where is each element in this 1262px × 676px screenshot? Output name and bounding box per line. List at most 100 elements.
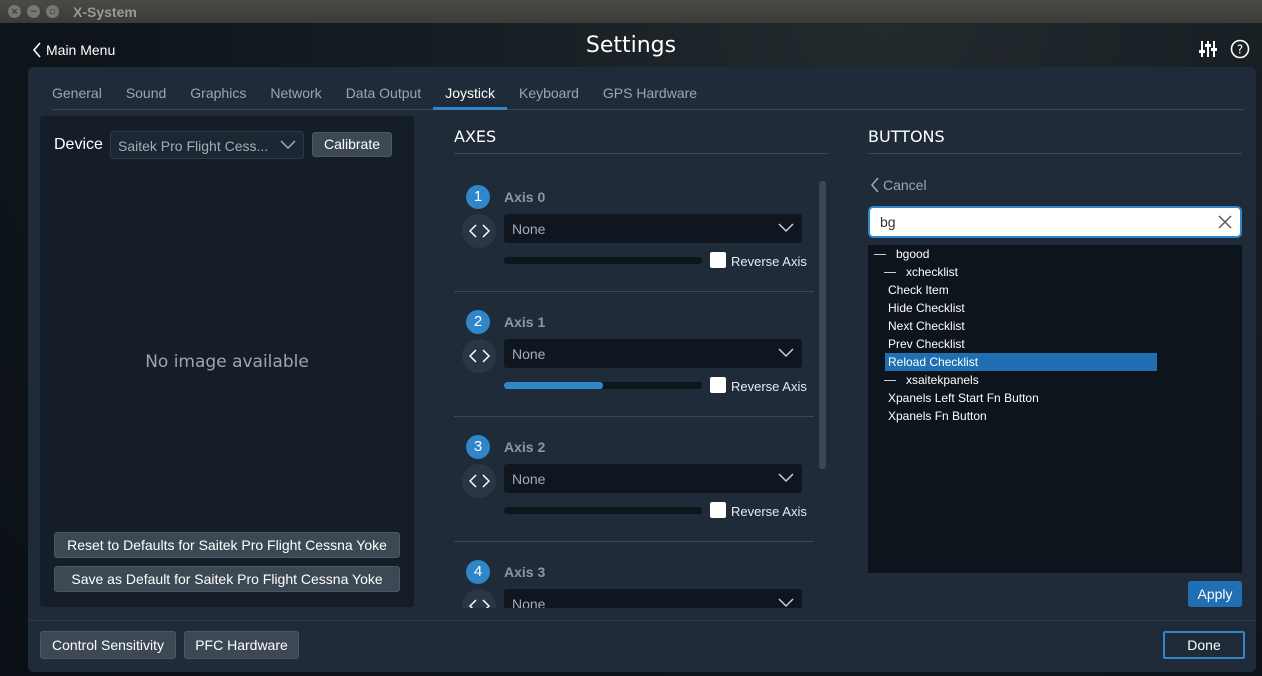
settings-header: Main Menu Settings ?: [0, 23, 1262, 69]
help-icon[interactable]: ?: [1230, 39, 1250, 59]
settings-tabs: General Sound Graphics Network Data Outp…: [52, 85, 1244, 110]
tree-item[interactable]: Hide Checklist: [868, 299, 1242, 317]
axes-scrollbar[interactable]: [819, 181, 826, 469]
command-search-input[interactable]: bg: [868, 206, 1242, 238]
apply-button[interactable]: Apply: [1188, 581, 1242, 607]
reverse-axis-checkbox[interactable]: [710, 502, 726, 518]
chevron-right-icon[interactable]: [481, 224, 490, 238]
tab-keyboard[interactable]: Keyboard: [507, 85, 591, 110]
axis-move-control[interactable]: [462, 464, 496, 498]
page-title: Settings: [585, 33, 677, 58]
device-label: Device: [54, 136, 103, 153]
calibrate-button[interactable]: Calibrate: [312, 132, 392, 157]
tree-label: Hide Checklist: [888, 301, 965, 315]
axis-level-fill: [504, 382, 603, 389]
reverse-axis-checkbox[interactable]: [710, 252, 726, 268]
axis-assignment-select[interactable]: None: [504, 464, 802, 493]
chevron-left-icon[interactable]: [468, 474, 477, 488]
chevron-right-icon[interactable]: [481, 474, 490, 488]
chevron-left-icon: [870, 177, 879, 193]
tree-item[interactable]: Reload Checklist: [868, 353, 1242, 371]
tree-collapse-icon[interactable]: [874, 254, 886, 256]
done-button[interactable]: Done: [1163, 631, 1245, 659]
window-maximize-button[interactable]: ▫: [46, 5, 59, 18]
clear-icon[interactable]: [1218, 215, 1232, 229]
tree-label: xchecklist: [906, 265, 959, 279]
tree-group[interactable]: bgood: [868, 245, 1242, 263]
tree-collapse-icon[interactable]: [884, 380, 896, 382]
cancel-label: Cancel: [883, 177, 927, 193]
buttons-title: BUTTONS: [868, 127, 945, 146]
pfc-hardware-button[interactable]: PFC Hardware: [184, 631, 299, 659]
tab-network[interactable]: Network: [258, 85, 333, 110]
tree-label: bgood: [896, 247, 930, 261]
axis-number-badge: 2: [466, 310, 490, 334]
window-close-button[interactable]: ×: [8, 5, 21, 18]
chevron-down-icon: [280, 140, 296, 150]
axis-number-badge: 3: [466, 435, 490, 459]
chevron-left-icon[interactable]: [468, 224, 477, 238]
tree-item[interactable]: Xpanels Fn Button: [868, 407, 1242, 425]
tab-gps-hardware[interactable]: GPS Hardware: [591, 85, 709, 110]
device-select[interactable]: Saitek Pro Flight Cess...: [110, 131, 304, 159]
tree-item[interactable]: Next Checklist: [868, 317, 1242, 335]
no-image-placeholder: No image available: [145, 352, 309, 372]
tree-label: xsaitekpanels: [906, 373, 979, 387]
cancel-link[interactable]: Cancel: [870, 177, 927, 193]
chevron-down-icon: [778, 223, 794, 233]
tab-general[interactable]: General: [52, 85, 114, 110]
tab-joystick[interactable]: Joystick: [433, 85, 507, 110]
device-select-value: Saitek Pro Flight Cess...: [118, 138, 269, 154]
chevron-left-icon[interactable]: [468, 599, 477, 608]
axis-assignment-select[interactable]: None: [504, 339, 802, 368]
tab-data-output[interactable]: Data Output: [334, 85, 434, 110]
reverse-axis-label: Reverse Axis: [731, 504, 807, 519]
axis-move-control[interactable]: [462, 589, 496, 608]
chevron-down-icon: [778, 598, 794, 608]
tree-item[interactable]: Check Item: [868, 281, 1242, 299]
tree-label: Next Checklist: [888, 319, 965, 333]
axis-block: 3 Axis 2 None Reverse Axis: [454, 417, 814, 542]
tree-group[interactable]: xchecklist: [868, 263, 1242, 281]
tree-label: Reload Checklist: [885, 353, 1157, 371]
axis-level-bar: [504, 382, 702, 389]
chevron-right-icon[interactable]: [481, 349, 490, 363]
buttons-divider: [868, 153, 1242, 154]
axis-name: Axis 3: [504, 564, 546, 580]
tree-label: Xpanels Left Start Fn Button: [888, 391, 1039, 405]
axis-block: 1 Axis 0 None Reverse Axis: [454, 167, 814, 292]
tree-group[interactable]: xsaitekpanels: [868, 371, 1242, 389]
reset-defaults-button[interactable]: Reset to Defaults for Saitek Pro Flight …: [54, 532, 400, 558]
save-default-button[interactable]: Save as Default for Saitek Pro Flight Ce…: [54, 566, 400, 592]
search-value: bg: [880, 214, 896, 230]
axes-divider: [454, 153, 828, 154]
axis-move-control[interactable]: [462, 214, 496, 248]
axis-move-control[interactable]: [462, 339, 496, 373]
axis-assignment-value: None: [512, 471, 546, 487]
reverse-axis-checkbox[interactable]: [710, 377, 726, 393]
footer-divider: [28, 620, 1256, 621]
device-panel: Device Saitek Pro Flight Cess... Calibra…: [40, 116, 414, 607]
control-sensitivity-button[interactable]: Control Sensitivity: [40, 631, 176, 659]
axis-assignment-select[interactable]: None: [504, 589, 802, 608]
os-titlebar: × − ▫ X-System: [0, 0, 1262, 23]
tree-item[interactable]: Prev Checklist: [868, 335, 1242, 353]
tree-label: Check Item: [888, 283, 949, 297]
settings-panel: General Sound Graphics Network Data Outp…: [28, 67, 1256, 672]
tree-label: Xpanels Fn Button: [888, 409, 987, 423]
chevron-left-icon[interactable]: [468, 349, 477, 363]
axis-level-bar: [504, 257, 702, 264]
axis-assignment-select[interactable]: None: [504, 214, 802, 243]
chevron-right-icon[interactable]: [481, 599, 490, 608]
window-minimize-button[interactable]: −: [27, 5, 40, 18]
sliders-icon[interactable]: [1198, 39, 1218, 59]
axis-number-badge: 1: [466, 185, 490, 209]
os-window-title: X-System: [73, 3, 137, 20]
tree-collapse-icon[interactable]: [884, 272, 896, 274]
axes-title: AXES: [454, 127, 497, 146]
axis-name: Axis 2: [504, 439, 546, 455]
svg-text:?: ?: [1237, 43, 1243, 57]
tree-item[interactable]: Xpanels Left Start Fn Button: [868, 389, 1242, 407]
tab-sound[interactable]: Sound: [114, 85, 178, 110]
tab-graphics[interactable]: Graphics: [178, 85, 258, 110]
